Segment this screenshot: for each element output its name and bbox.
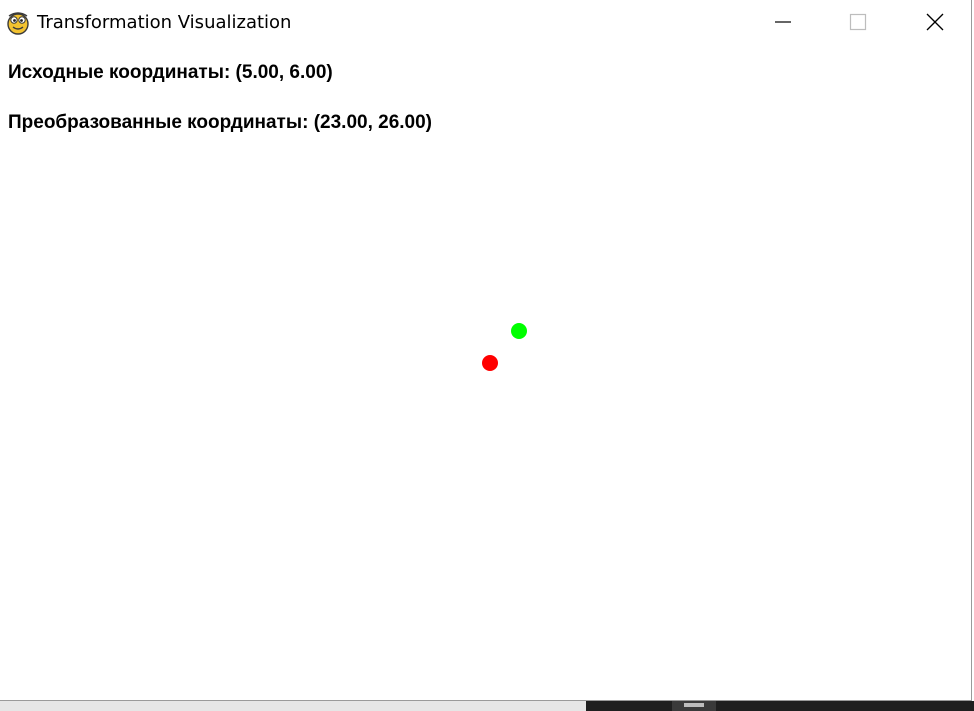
- maximize-icon: [849, 13, 867, 31]
- close-icon: [925, 12, 945, 32]
- close-button[interactable]: [900, 0, 970, 44]
- transformed-point: [511, 323, 527, 339]
- taskbar-app-marker: [684, 703, 704, 707]
- title-bar[interactable]: Transformation Visualization: [0, 0, 970, 44]
- app-window: Transformation Visualization Исходные ко…: [0, 0, 972, 701]
- taskbar-dark-region: [586, 701, 974, 711]
- original-coordinates-label: Исходные координаты: (5.00, 6.00): [8, 62, 333, 83]
- window-title: Transformation Visualization: [37, 12, 292, 33]
- minimize-button[interactable]: [748, 0, 818, 44]
- original-point: [482, 355, 498, 371]
- visualization-canvas: Исходные координаты: (5.00, 6.00) Преобр…: [0, 44, 970, 700]
- python-snake-icon[interactable]: [5, 9, 31, 35]
- maximize-button[interactable]: [823, 0, 893, 44]
- minimize-icon: [774, 13, 792, 31]
- transformed-coordinates-label: Преобразованные координаты: (23.00, 26.0…: [8, 112, 433, 133]
